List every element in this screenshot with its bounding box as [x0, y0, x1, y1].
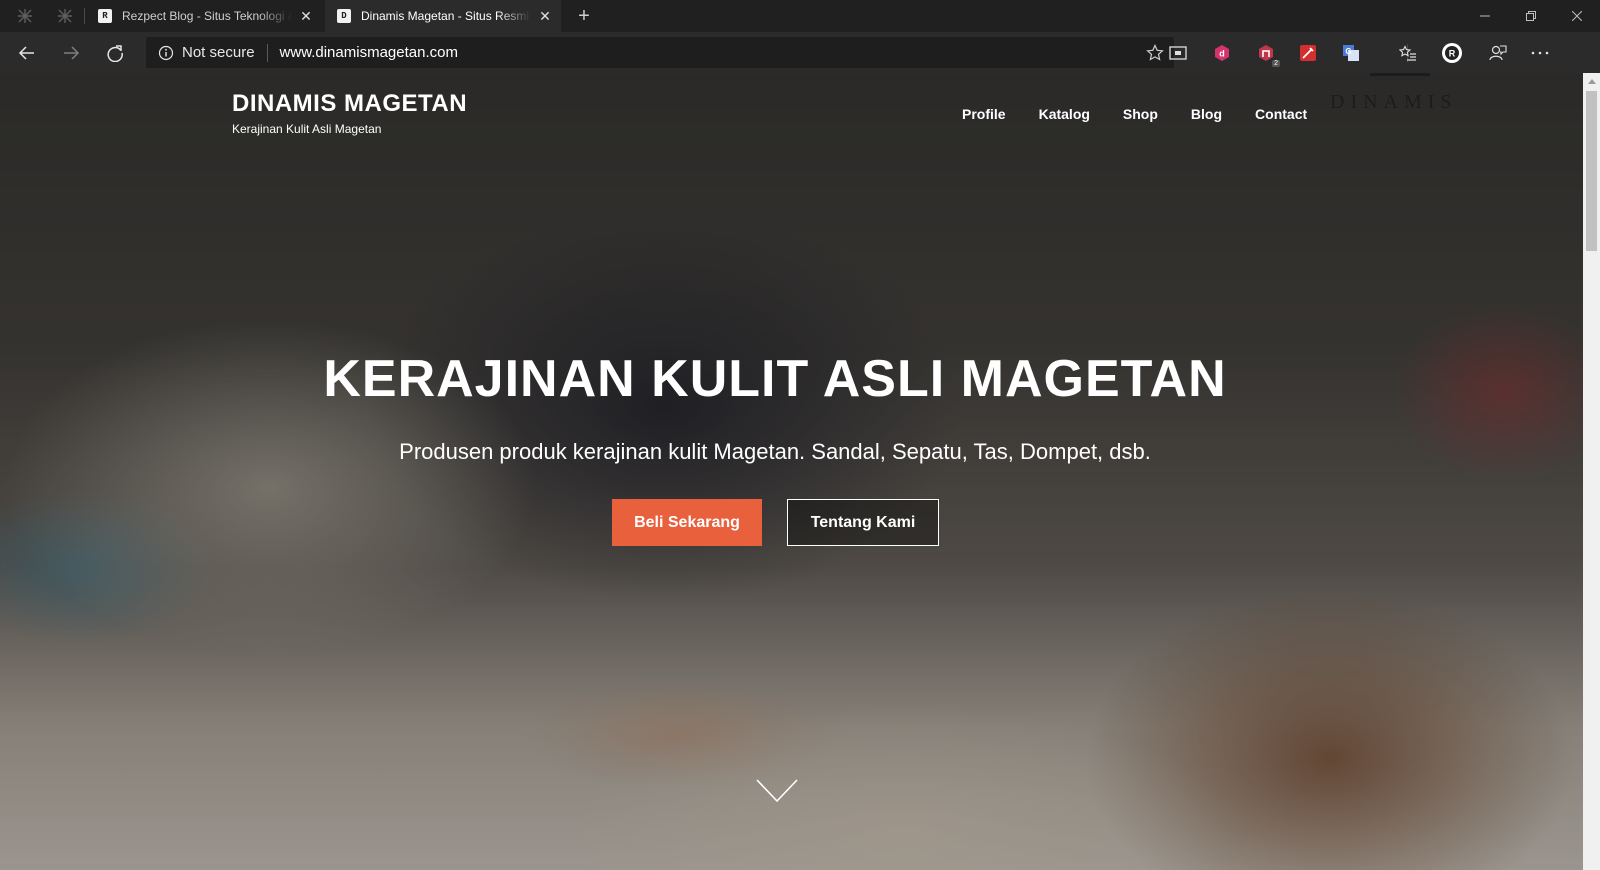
- close-icon: [1572, 11, 1582, 21]
- profile-button[interactable]: R: [1440, 41, 1464, 65]
- reading-view-button[interactable]: [1166, 41, 1190, 65]
- tab-divider: [84, 8, 85, 24]
- reading-view-icon: [1169, 46, 1187, 60]
- svg-text:d: d: [1219, 49, 1225, 59]
- scroll-up-arrow-icon[interactable]: [1583, 73, 1600, 90]
- avatar-icon: R: [1442, 43, 1462, 63]
- site-tagline: Kerajinan Kulit Asli Magetan: [232, 122, 382, 136]
- nav-link-blog[interactable]: Blog: [1191, 106, 1222, 122]
- hero-title: KERAJINAN KULIT ASLI MAGETAN: [323, 350, 1227, 408]
- arrow-right-icon: [64, 46, 80, 60]
- refresh-icon: [107, 45, 123, 62]
- restore-icon: [1526, 11, 1536, 21]
- page-scrollbar[interactable]: [1583, 73, 1600, 870]
- more-menu-button[interactable]: [1528, 41, 1552, 65]
- buy-now-button[interactable]: Beli Sekarang: [612, 499, 762, 546]
- favicon-icon: R: [98, 9, 112, 23]
- scrollbar-thumb[interactable]: [1586, 91, 1597, 251]
- feedback-icon: [1489, 45, 1507, 61]
- scroll-down-chevron-icon[interactable]: [756, 778, 798, 804]
- hero-subtitle: Produsen produk kerajinan kulit Magetan.…: [399, 439, 1151, 464]
- nav-link-profile[interactable]: Profile: [962, 106, 1006, 122]
- tab-close-icon[interactable]: ✕: [537, 8, 553, 24]
- svg-text:R: R: [1449, 49, 1456, 59]
- url-text[interactable]: www.dinamismagetan.com: [280, 44, 458, 61]
- refresh-button[interactable]: [98, 36, 132, 70]
- d-extension-icon: d: [1215, 45, 1229, 61]
- nav-link-shop[interactable]: Shop: [1123, 106, 1158, 122]
- pinned-tab-icon: [18, 9, 32, 23]
- pen-extension-icon: [1300, 45, 1316, 61]
- extension-button[interactable]: d: [1210, 41, 1234, 65]
- site-brand[interactable]: DINAMIS MAGETAN Kerajinan Kulit Asli Mag…: [232, 90, 467, 136]
- browser-toolbar: Not secure www.dinamismagetan.com d 2 G …: [0, 32, 1600, 73]
- tab-title: Rezpect Blog - Situs Teknologi &: [122, 9, 292, 23]
- site-title[interactable]: DINAMIS MAGETAN: [232, 90, 467, 118]
- nav-link-katalog[interactable]: Katalog: [1039, 106, 1090, 122]
- tab-dinamis-magetan[interactable]: D Dinamis Magetan - Situs Resmi K ✕: [325, 0, 561, 32]
- address-divider: [266, 43, 268, 62]
- about-us-button[interactable]: Tentang Kami: [787, 499, 939, 546]
- new-tab-button[interactable]: +: [568, 0, 600, 32]
- info-icon[interactable]: [158, 45, 174, 61]
- brand-logo: DINAMIS: [1330, 91, 1458, 113]
- address-bar[interactable]: Not secure www.dinamismagetan.com: [146, 37, 1174, 68]
- pinned-tab[interactable]: [8, 0, 42, 32]
- site-nav: Profile Katalog Shop Blog Contact: [962, 106, 1340, 122]
- tab-rezpect-blog[interactable]: R Rezpect Blog - Situs Teknologi & ✕: [86, 0, 322, 32]
- nav-link-contact[interactable]: Contact: [1255, 106, 1307, 122]
- tab-close-icon[interactable]: ✕: [298, 8, 314, 24]
- translate-extension-icon: G: [1343, 45, 1359, 61]
- arrow-left-icon: [18, 46, 34, 60]
- svg-text:G: G: [1345, 47, 1351, 56]
- close-window-button[interactable]: [1554, 0, 1600, 32]
- back-button[interactable]: [10, 36, 44, 70]
- extension-button[interactable]: 2: [1254, 41, 1280, 67]
- favorites-list-icon: [1399, 45, 1416, 61]
- minimize-button[interactable]: [1462, 0, 1508, 32]
- favorites-button[interactable]: [1396, 41, 1420, 65]
- minimize-icon: [1480, 15, 1490, 17]
- security-label[interactable]: Not secure: [182, 44, 255, 61]
- more-dots-icon: [1531, 51, 1549, 55]
- shield-extension-icon: [1259, 45, 1273, 61]
- favorite-star-icon[interactable]: [1146, 44, 1164, 62]
- forward-button[interactable]: [54, 36, 88, 70]
- pinned-tab-icon: [58, 9, 72, 23]
- extension-button[interactable]: [1296, 41, 1320, 65]
- tab-strip: R Rezpect Blog - Situs Teknologi & ✕ D D…: [0, 0, 1600, 32]
- page-hero: DINAMIS MAGETAN Kerajinan Kulit Asli Mag…: [0, 73, 1583, 870]
- restore-button[interactable]: [1508, 0, 1554, 32]
- feedback-button[interactable]: [1486, 41, 1510, 65]
- tab-title: Dinamis Magetan - Situs Resmi K: [361, 9, 531, 23]
- favicon-icon: D: [337, 9, 351, 23]
- extension-badge: 2: [1272, 60, 1280, 67]
- pinned-tab[interactable]: [48, 0, 82, 32]
- extension-button[interactable]: G: [1339, 41, 1363, 65]
- logo-mark: [1370, 73, 1430, 76]
